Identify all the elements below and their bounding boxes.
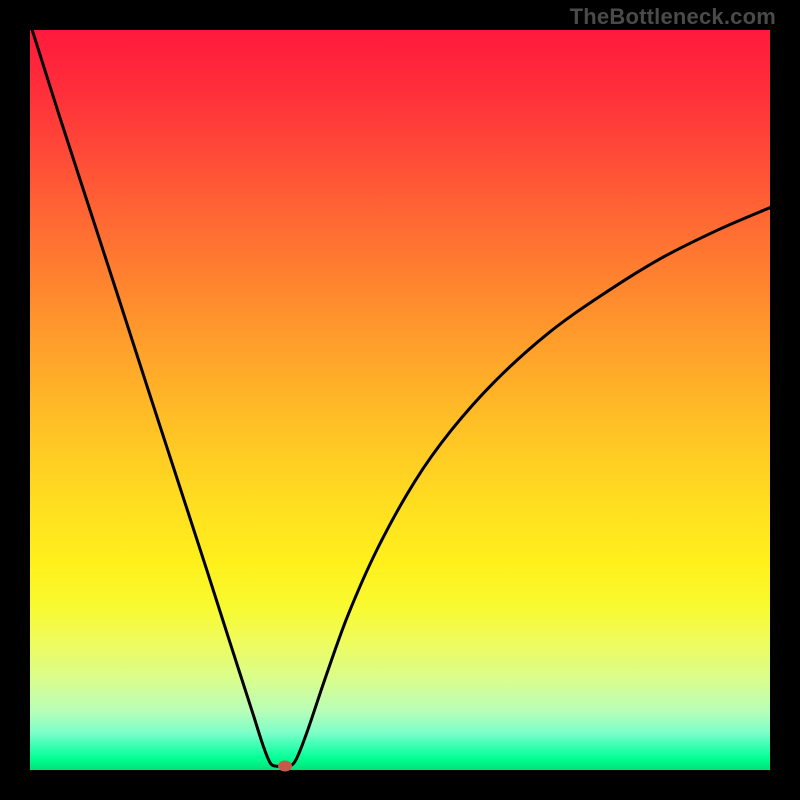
watermark-text: TheBottleneck.com: [570, 4, 776, 30]
bottleneck-curve: [30, 30, 770, 770]
min-point-marker: [278, 761, 292, 772]
chart-frame: TheBottleneck.com: [0, 0, 800, 800]
plot-area: [30, 30, 770, 770]
